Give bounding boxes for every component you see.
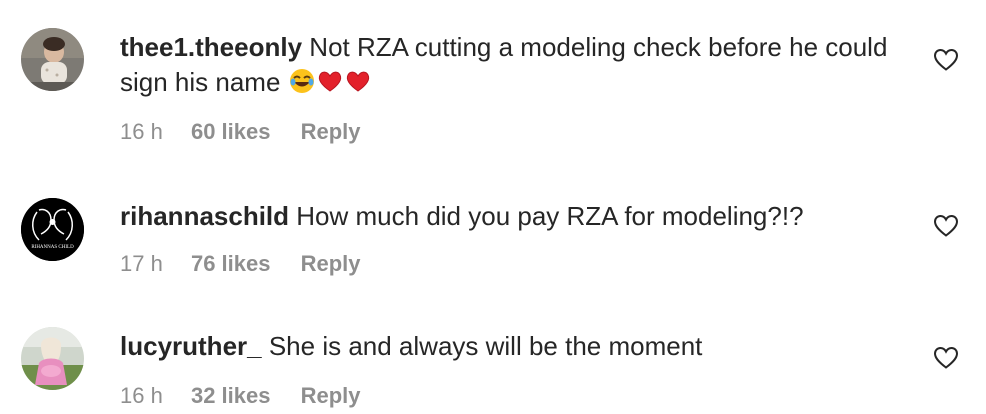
comment-username[interactable]: thee1.theeonly	[120, 32, 302, 62]
avatar[interactable]	[21, 327, 84, 390]
avatar[interactable]	[21, 28, 84, 91]
heart-outline-icon[interactable]	[933, 346, 959, 370]
laughing-emoji-icon	[288, 67, 316, 95]
comment-timestamp[interactable]: 17 h	[120, 251, 163, 276]
comment-body: thee1.theeonly Not RZA cutting a modelin…	[120, 30, 920, 100]
comment-likes-count[interactable]: 60 likes	[191, 119, 271, 144]
reply-button[interactable]: Reply	[301, 119, 361, 144]
comment-body: rihannaschild How much did you pay RZA f…	[120, 199, 920, 234]
comment-body: lucyruther_ She is and always will be th…	[120, 329, 920, 364]
avatar[interactable]: RIHANNAS CHILD	[21, 198, 84, 261]
comment-text: She is and always will be the moment	[268, 331, 703, 361]
heart-outline-icon[interactable]	[933, 48, 959, 72]
comment-username[interactable]: rihannaschild	[120, 201, 289, 231]
comment-text: How much did you pay RZA for modeling?!?	[296, 201, 804, 231]
red-heart-emoji-icon	[344, 67, 372, 95]
comment-meta: 17 h 76 likes Reply	[120, 251, 361, 277]
reply-button[interactable]: Reply	[301, 383, 361, 408]
reply-button[interactable]: Reply	[301, 251, 361, 276]
comment-meta: 16 h 32 likes Reply	[120, 383, 361, 409]
heart-outline-icon[interactable]	[933, 214, 959, 238]
comment-timestamp[interactable]: 16 h	[120, 119, 163, 144]
avatar-text: RIHANNAS CHILD	[31, 245, 74, 250]
red-heart-emoji-icon	[316, 67, 344, 95]
comment-timestamp[interactable]: 16 h	[120, 383, 163, 408]
comment-meta: 16 h 60 likes Reply	[120, 119, 361, 145]
comment-username[interactable]: lucyruther_	[120, 331, 262, 361]
comment-likes-count[interactable]: 32 likes	[191, 383, 271, 408]
comment-likes-count[interactable]: 76 likes	[191, 251, 271, 276]
